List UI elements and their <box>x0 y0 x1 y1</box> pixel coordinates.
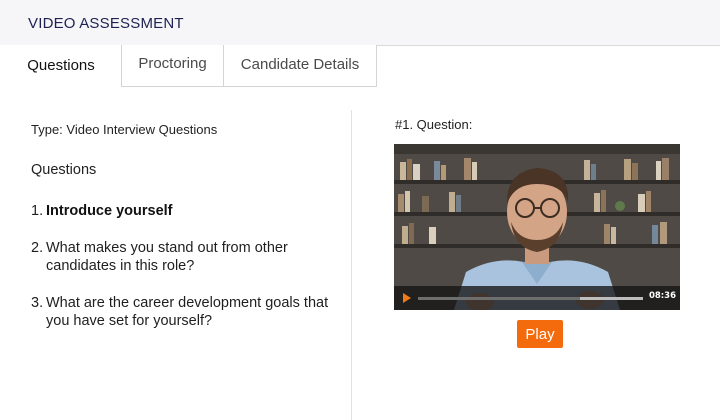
question-label: #1. Question: <box>395 117 473 132</box>
question-number: 1. <box>31 203 44 219</box>
question-number: 3. <box>31 295 44 311</box>
video-time: 08:36 <box>648 291 676 301</box>
assessment-type: Type: Video Interview Questions <box>31 122 218 137</box>
question-text: What are the career development goals th… <box>46 295 329 329</box>
video-controls: 08:36 <box>394 286 680 310</box>
question-item: 3. What are the career development goals… <box>31 294 341 330</box>
page-title: VIDEO ASSESSMENT <box>28 15 184 32</box>
play-button[interactable]: Play <box>517 320 563 348</box>
tab-questions[interactable]: Questions <box>0 45 122 87</box>
video-progress-fill <box>418 297 580 300</box>
panel-divider <box>351 110 352 420</box>
play-icon[interactable] <box>403 293 411 303</box>
tab-bar: Questions Proctoring Candidate Details <box>0 45 720 87</box>
question-item: 1. Introduce yourself <box>31 202 341 220</box>
question-text: Introduce yourself <box>46 203 173 219</box>
question-text: What makes you stand out from other cand… <box>46 240 288 274</box>
question-number: 2. <box>31 240 44 256</box>
video-progress-bar[interactable] <box>418 297 643 300</box>
questions-heading: Questions <box>31 162 97 178</box>
tab-candidate-details[interactable]: Candidate Details <box>223 45 377 87</box>
tab-proctoring[interactable]: Proctoring <box>121 45 224 87</box>
video-player[interactable]: 08:36 <box>394 144 680 310</box>
question-item: 2. What makes you stand out from other c… <box>31 239 341 275</box>
app-header: VIDEO ASSESSMENT <box>0 0 720 46</box>
